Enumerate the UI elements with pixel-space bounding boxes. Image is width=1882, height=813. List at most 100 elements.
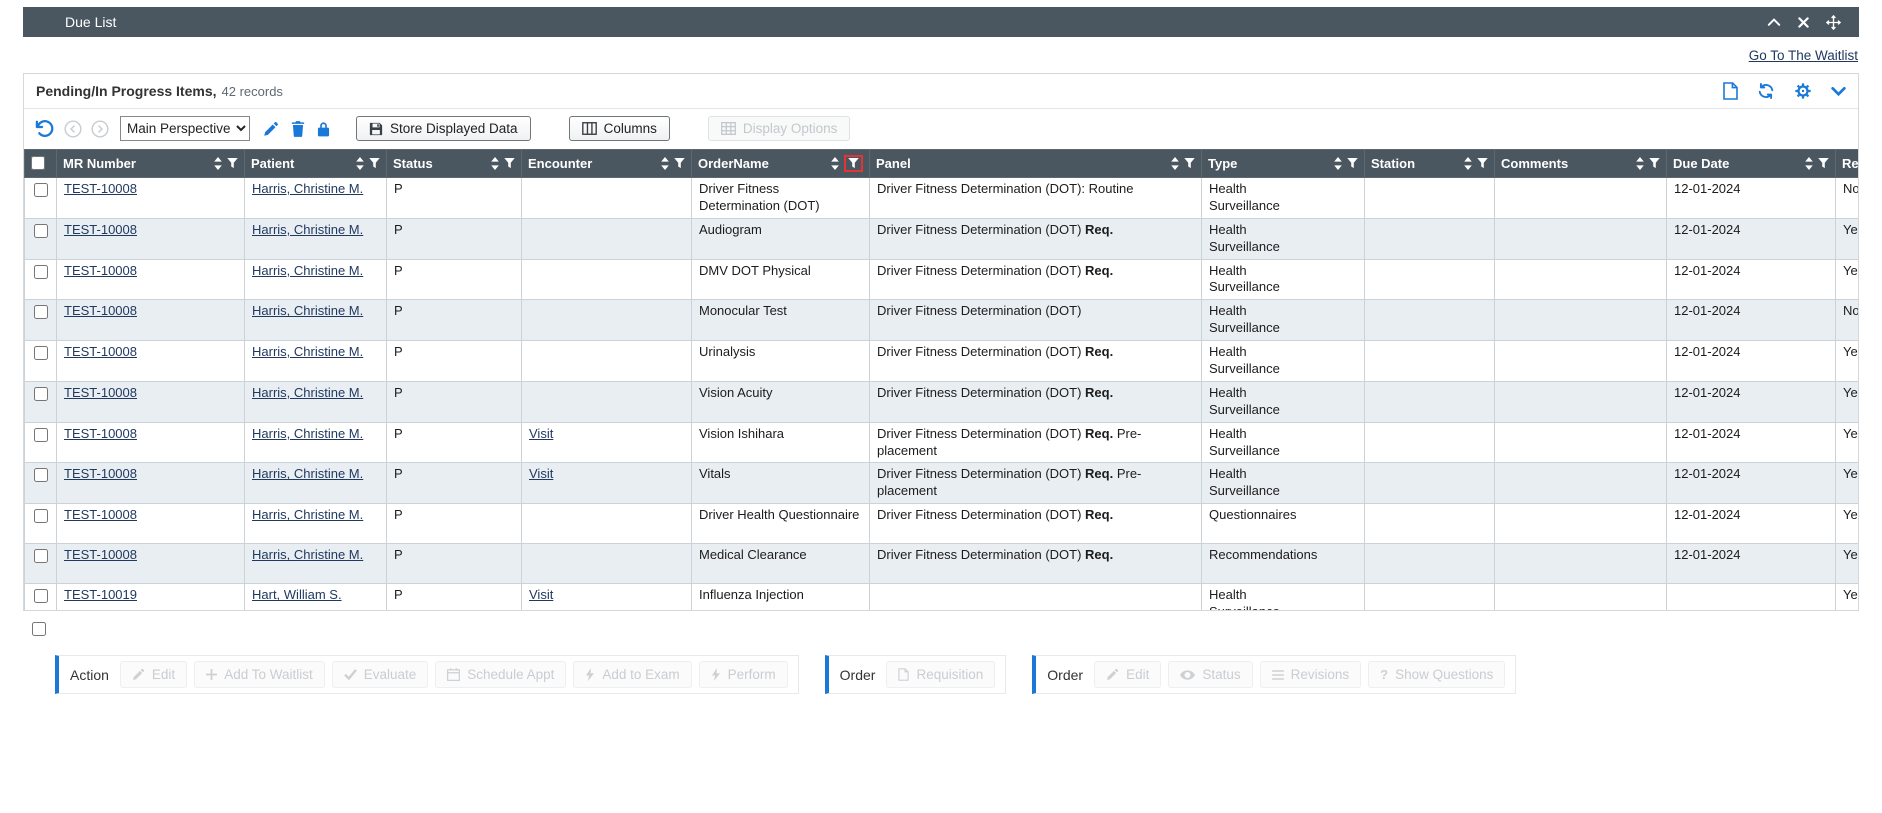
filter-highlight-box[interactable]	[844, 155, 863, 172]
mr-number-link[interactable]: TEST-10008	[64, 466, 137, 481]
gear-icon[interactable]	[1794, 82, 1812, 100]
select-all-checkbox[interactable]	[31, 156, 45, 170]
filter-icon[interactable]	[1184, 158, 1195, 169]
filter-icon[interactable]	[504, 158, 515, 169]
sort-icon[interactable]	[1636, 157, 1644, 170]
row-checkbox[interactable]	[34, 549, 48, 563]
nav-forward-icon[interactable]	[91, 120, 109, 138]
sort-icon[interactable]	[1805, 157, 1813, 170]
due-list-table-container[interactable]: MR NumberPatientStatusEncounterOrderName…	[24, 149, 1858, 610]
column-header-req[interactable]: Req	[1836, 150, 1859, 178]
refresh-icon[interactable]	[1757, 82, 1775, 100]
requisition-button[interactable]: Requisition	[886, 661, 995, 688]
filter-icon[interactable]	[1477, 158, 1488, 169]
display-options-button[interactable]: Display Options	[708, 116, 851, 141]
perspective-select[interactable]: Main Perspective	[120, 116, 250, 141]
mr-number-link[interactable]: TEST-10008	[64, 303, 137, 318]
patient-link[interactable]: Harris, Christine M.	[252, 181, 363, 196]
window-titlebar[interactable]: Due List	[23, 7, 1859, 37]
mr-number-link[interactable]: TEST-10008	[64, 181, 137, 196]
collapse-panel-icon[interactable]	[1831, 87, 1846, 96]
filter-icon[interactable]	[1649, 158, 1660, 169]
undo-icon[interactable]	[34, 119, 55, 138]
mr-number-link[interactable]: TEST-10008	[64, 507, 137, 522]
columns-button[interactable]: Columns	[569, 116, 670, 141]
perform-button[interactable]: Perform	[699, 661, 788, 688]
sort-icon[interactable]	[214, 157, 222, 170]
row-checkbox[interactable]	[34, 265, 48, 279]
row-checkbox[interactable]	[34, 468, 48, 482]
encounter-link[interactable]: Visit	[529, 587, 553, 602]
row-checkbox[interactable]	[34, 428, 48, 442]
sort-icon[interactable]	[1171, 157, 1179, 170]
filter-icon[interactable]	[1347, 158, 1358, 169]
column-header-panel[interactable]: Panel	[870, 150, 1202, 178]
row-checkbox[interactable]	[34, 346, 48, 360]
column-header-comments[interactable]: Comments	[1495, 150, 1667, 178]
filter-icon[interactable]	[674, 158, 685, 169]
column-header-status[interactable]: Status	[387, 150, 522, 178]
move-icon[interactable]	[1826, 15, 1841, 30]
select-all-bottom-checkbox[interactable]	[32, 622, 46, 636]
status-button[interactable]: Status	[1168, 661, 1252, 688]
patient-link[interactable]: Harris, Christine M.	[252, 466, 363, 481]
mr-number-link[interactable]: TEST-10008	[64, 385, 137, 400]
delete-perspective-icon[interactable]	[291, 121, 305, 137]
row-checkbox[interactable]	[34, 305, 48, 319]
column-header-due[interactable]: Due Date	[1667, 150, 1836, 178]
column-header-encounter[interactable]: Encounter	[522, 150, 692, 178]
sort-icon[interactable]	[1464, 157, 1472, 170]
evaluate-button[interactable]: Evaluate	[332, 661, 429, 688]
encounter-link[interactable]: Visit	[529, 426, 553, 441]
new-page-icon[interactable]	[1723, 82, 1738, 100]
row-checkbox[interactable]	[34, 387, 48, 401]
schedule-appt-button[interactable]: Schedule Appt	[435, 661, 566, 688]
patient-link[interactable]: Harris, Christine M.	[252, 303, 363, 318]
patient-link[interactable]: Harris, Christine M.	[252, 547, 363, 562]
collapse-icon[interactable]	[1767, 18, 1781, 26]
filter-icon[interactable]	[1818, 158, 1829, 169]
sort-icon[interactable]	[831, 157, 839, 170]
patient-link[interactable]: Harris, Christine M.	[252, 263, 363, 278]
row-checkbox[interactable]	[34, 224, 48, 238]
sort-icon[interactable]	[491, 157, 499, 170]
column-header-patient[interactable]: Patient	[245, 150, 387, 178]
column-header-station[interactable]: Station	[1365, 150, 1495, 178]
filter-icon[interactable]	[227, 158, 238, 169]
patient-link[interactable]: Harris, Christine M.	[252, 344, 363, 359]
patient-link[interactable]: Harris, Christine M.	[252, 222, 363, 237]
show-questions-button[interactable]: ?Show Questions	[1368, 661, 1505, 688]
mr-number-link[interactable]: TEST-10008	[64, 426, 137, 441]
patient-link[interactable]: Harris, Christine M.	[252, 385, 363, 400]
store-displayed-data-button[interactable]: Store Displayed Data	[356, 116, 531, 141]
row-checkbox[interactable]	[34, 509, 48, 523]
lock-perspective-icon[interactable]	[317, 121, 330, 137]
sort-icon[interactable]	[1334, 157, 1342, 170]
mr-number-link[interactable]: TEST-10008	[64, 547, 137, 562]
mr-number-link[interactable]: TEST-10008	[64, 263, 137, 278]
mr-number-link[interactable]: TEST-10019	[64, 587, 137, 602]
patient-link[interactable]: Harris, Christine M.	[252, 507, 363, 522]
row-checkbox[interactable]	[34, 183, 48, 197]
filter-icon[interactable]	[369, 158, 380, 169]
sort-icon[interactable]	[661, 157, 669, 170]
mr-number-link[interactable]: TEST-10008	[64, 222, 137, 237]
edit-button[interactable]: Edit	[1094, 661, 1161, 688]
column-header-type[interactable]: Type	[1202, 150, 1365, 178]
row-checkbox[interactable]	[34, 589, 48, 603]
add-to-waitlist-button[interactable]: Add To Waitlist	[194, 661, 325, 688]
mr-number-link[interactable]: TEST-10008	[64, 344, 137, 359]
edit-button[interactable]: Edit	[120, 661, 187, 688]
sort-icon[interactable]	[356, 157, 364, 170]
close-icon[interactable]	[1798, 17, 1809, 28]
filter-icon[interactable]	[848, 158, 859, 169]
encounter-link[interactable]: Visit	[529, 466, 553, 481]
edit-perspective-icon[interactable]	[263, 121, 279, 137]
add-to-exam-button[interactable]: Add to Exam	[573, 661, 691, 688]
patient-link[interactable]: Hart, William S.	[252, 587, 342, 602]
column-header-order[interactable]: OrderName	[692, 150, 870, 178]
patient-link[interactable]: Harris, Christine M.	[252, 426, 363, 441]
nav-back-icon[interactable]	[64, 120, 82, 138]
revisions-button[interactable]: Revisions	[1260, 661, 1362, 688]
go-to-waitlist-link[interactable]: Go To The Waitlist	[1749, 48, 1858, 63]
